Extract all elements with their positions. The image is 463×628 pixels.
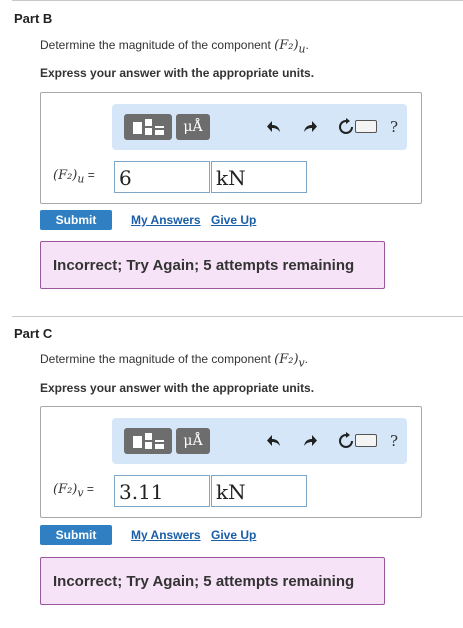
help-button[interactable]: ? — [384, 430, 404, 452]
templates-button[interactable] — [124, 428, 172, 454]
part-c-instruction: Express your answer with the appropriate… — [40, 381, 315, 395]
part-c-answer-box: μÅ ? (F₂)v = 3.11 kN — [40, 406, 422, 518]
my-answers-link[interactable]: My Answers — [131, 213, 201, 227]
value-input[interactable]: 3.11 — [114, 475, 210, 507]
keyboard-icon[interactable] — [355, 434, 377, 447]
templates-button[interactable] — [124, 114, 172, 140]
feedback-message: Incorrect; Try Again; 5 attempts remaini… — [40, 557, 385, 605]
redo-icon[interactable] — [298, 116, 322, 138]
symbols-button[interactable]: μÅ — [176, 114, 210, 140]
keyboard-icon[interactable] — [355, 120, 377, 133]
variable-label: (F₂)v = — [53, 482, 94, 500]
math-toolbar: μÅ ? — [112, 104, 407, 150]
part-divider — [12, 0, 463, 1]
part-c-question: Determine the magnitude of the component… — [40, 352, 308, 370]
question-math: (F₂)v — [274, 352, 305, 370]
part-b-question: Determine the magnitude of the component… — [40, 38, 309, 56]
templates-icon — [133, 433, 164, 449]
part-b-title: Part B — [14, 11, 53, 26]
my-answers-link[interactable]: My Answers — [131, 528, 201, 542]
part-b-section: Part B Determine the magnitude of the co… — [0, 0, 463, 310]
variable-label: (F₂)u = — [53, 168, 95, 186]
part-divider — [12, 316, 463, 317]
templates-icon — [133, 119, 164, 135]
undo-icon[interactable] — [262, 430, 286, 452]
question-math: (F₂)u — [274, 38, 306, 56]
redo-icon[interactable] — [298, 430, 322, 452]
part-b-instruction: Express your answer with the appropriate… — [40, 66, 315, 80]
feedback-message: Incorrect; Try Again; 5 attempts remaini… — [40, 241, 385, 289]
submit-button[interactable]: Submit — [40, 525, 112, 545]
submit-button[interactable]: Submit — [40, 210, 112, 230]
math-toolbar: μÅ ? — [112, 418, 407, 464]
unit-input[interactable]: kN — [211, 475, 307, 507]
unit-input[interactable]: kN — [211, 161, 307, 193]
symbols-button[interactable]: μÅ — [176, 428, 210, 454]
part-c-title: Part C — [14, 326, 53, 341]
help-button[interactable]: ? — [384, 116, 404, 138]
give-up-link[interactable]: Give Up — [211, 528, 256, 542]
undo-icon[interactable] — [262, 116, 286, 138]
part-b-answer-box: μÅ ? (F₂)u = 6 kN — [40, 92, 422, 204]
give-up-link[interactable]: Give Up — [211, 213, 256, 227]
value-input[interactable]: 6 — [114, 161, 210, 193]
part-c-section: Part C Determine the magnitude of the co… — [0, 316, 463, 628]
